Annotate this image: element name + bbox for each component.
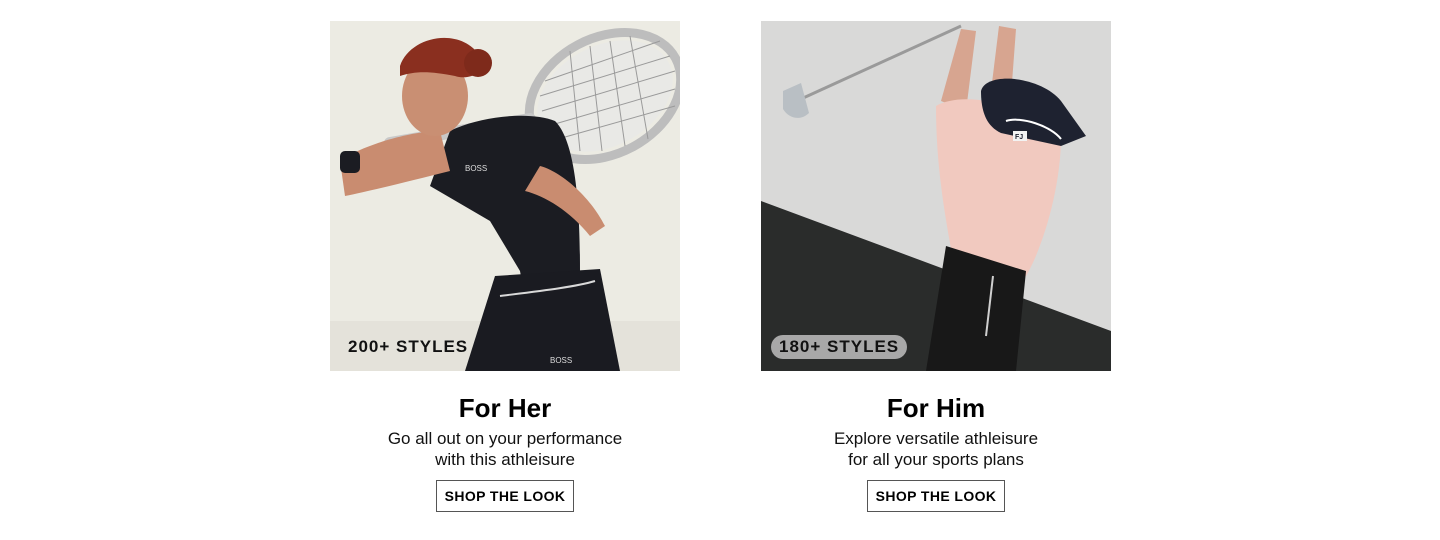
card-description-line: Explore versatile athleisure [833,429,1039,448]
shop-the-look-button[interactable]: SHOP THE LOOK [866,480,1006,512]
styles-count-badge: 200+ STYLES [348,337,469,356]
shorts-logo: BOSS [550,356,572,365]
product-card-him[interactable]: FJ 180+ STYLES For Him Explore versatile… [761,21,1111,512]
golfer-illustration: FJ [761,21,1111,371]
card-caption: For Him Explore versatile athleisure for… [761,393,1111,512]
chest-logo: BOSS [465,164,487,173]
card-description: Go all out on your performance with this… [330,428,680,470]
card-description-line: with this athleisure [435,450,575,469]
shop-the-look-button[interactable]: SHOP THE LOOK [435,480,575,512]
card-title: For Her [458,393,552,423]
card-description-line: for all your sports plans [848,450,1024,469]
card-title: For Him [886,393,986,423]
product-card-her[interactable]: BOSS BOSS 200+ STYLES For Her Go all out… [330,21,680,512]
tennis-player-photo[interactable]: BOSS BOSS 200+ STYLES [330,21,680,371]
tennis-player-illustration: BOSS BOSS [330,21,680,371]
card-description: Explore versatile athleisure for all you… [761,428,1111,470]
styles-count-badge: 180+ STYLES [771,335,908,359]
card-caption: For Her Go all out on your performance w… [330,393,680,512]
cap-logo: FJ [1015,134,1023,141]
golfer-photo[interactable]: FJ 180+ STYLES [761,21,1111,371]
card-description-line: Go all out on your performance [387,429,623,448]
